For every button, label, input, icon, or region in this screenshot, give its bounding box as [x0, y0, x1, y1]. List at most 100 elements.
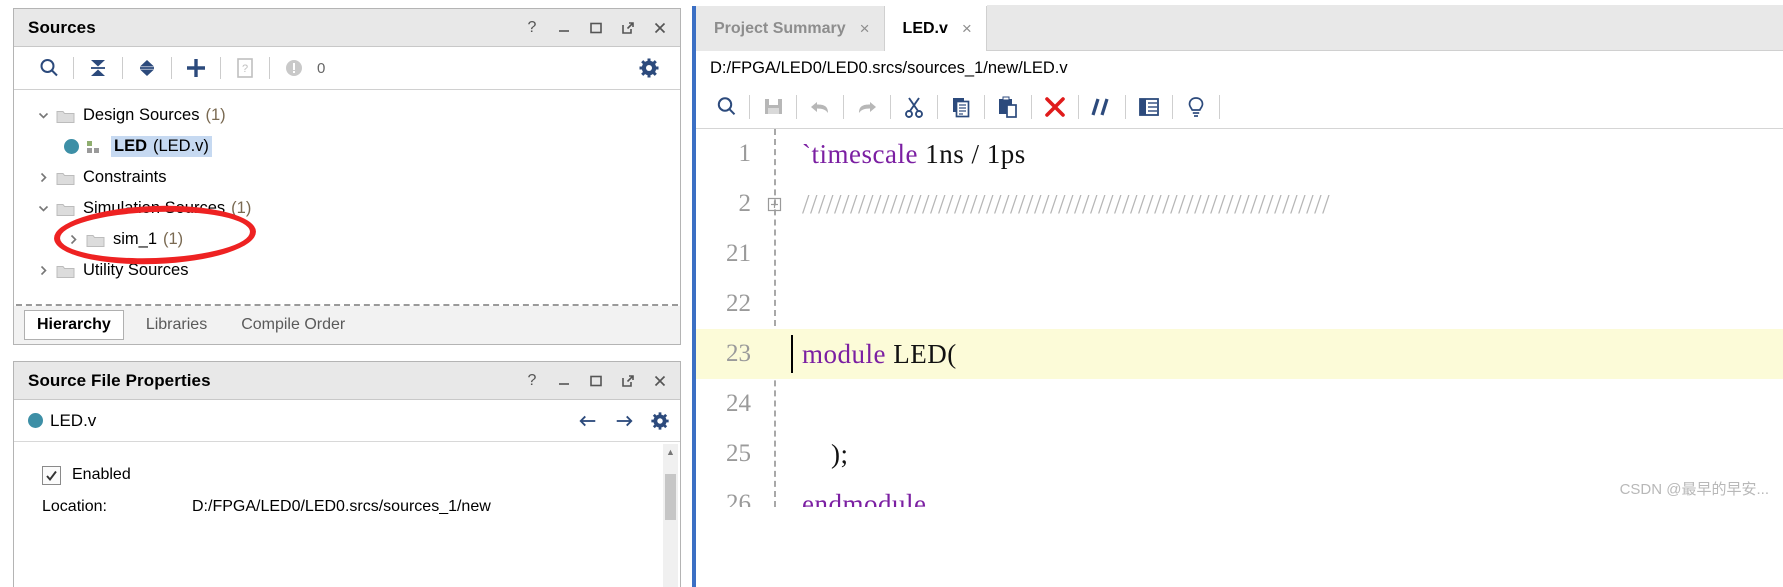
chevron-right-icon[interactable]: [34, 264, 52, 277]
redo-icon[interactable]: [847, 91, 887, 123]
tree-item-sim-1[interactable]: sim_1 (1): [14, 224, 680, 255]
tree-item-led-module[interactable]: LED (LED.v): [14, 131, 680, 162]
toolbar-separator: [1172, 94, 1173, 119]
line-number: 25: [726, 440, 751, 467]
code-line[interactable]: 21: [696, 229, 1783, 279]
editor-tab-label: LED.v: [902, 19, 948, 37]
help-icon[interactable]: ?: [522, 18, 542, 38]
properties-scrollbar[interactable]: ▲: [663, 444, 678, 587]
report-icon[interactable]: ?: [228, 53, 262, 83]
properties-title-bar: Source File Properties ?: [14, 362, 680, 400]
search-icon[interactable]: [706, 91, 746, 123]
code-line[interactable]: 23 module LED(: [696, 329, 1783, 379]
maximize-icon[interactable]: [586, 18, 606, 38]
close-icon[interactable]: [650, 18, 670, 38]
search-icon[interactable]: [32, 53, 66, 83]
tab-hierarchy[interactable]: Hierarchy: [24, 310, 124, 340]
save-icon[interactable]: [753, 91, 793, 123]
tree-item-design-sources[interactable]: Design Sources (1): [14, 100, 680, 131]
left-column: Sources ? ? 0 Design Sources (1) LED (LE…: [13, 8, 681, 587]
code-token: ////////////////////////////////////////…: [802, 188, 1331, 219]
help-icon[interactable]: ?: [522, 371, 542, 391]
scroll-up-icon[interactable]: ▲: [663, 444, 678, 459]
comment-icon[interactable]: [1082, 91, 1122, 123]
line-number: 26: [726, 490, 751, 507]
app-root: Sources ? ? 0 Design Sources (1) LED (LE…: [0, 0, 1783, 587]
properties-file-row: LED.v: [14, 400, 680, 442]
code-line-text: );: [785, 439, 849, 470]
maximize-icon[interactable]: [586, 371, 606, 391]
float-icon[interactable]: [618, 18, 638, 38]
code-line[interactable]: 1 `timescale 1ns / 1ps: [696, 129, 1783, 179]
code-line-text: endmodule: [785, 489, 926, 508]
tab-libraries[interactable]: Libraries: [134, 311, 219, 339]
scrollbar-thumb[interactable]: [665, 474, 676, 520]
toolbar-separator: [890, 94, 891, 119]
source-file-properties-panel: Source File Properties ? LED.v Enabled L…: [13, 361, 681, 587]
copy-icon[interactable]: [941, 91, 981, 123]
code-editor-panel: Project Summary × LED.v × D:/FPGA/LED0/L…: [692, 5, 1783, 587]
editor-file-path: D:/FPGA/LED0/LED0.srcs/sources_1/new/LED…: [696, 51, 1783, 85]
sources-tree[interactable]: Design Sources (1) LED (LED.v) Constrain…: [14, 90, 680, 296]
gear-icon[interactable]: [632, 53, 666, 83]
gear-icon[interactable]: [650, 411, 670, 431]
folder-icon: [86, 232, 105, 248]
verilog-file-dot-icon: [64, 139, 79, 154]
code-line-text: ////////////////////////////////////////…: [785, 189, 1330, 220]
close-icon[interactable]: [650, 371, 670, 391]
arrow-left-icon[interactable]: [578, 411, 598, 431]
messages-icon[interactable]: [277, 53, 311, 83]
tree-item-selection[interactable]: LED (LED.v): [111, 136, 212, 157]
paste-icon[interactable]: [988, 91, 1028, 123]
minimize-icon[interactable]: [554, 18, 574, 38]
minimize-icon[interactable]: [554, 371, 574, 391]
tree-item-constraints[interactable]: Constraints: [14, 162, 680, 193]
folder-icon: [56, 108, 75, 124]
code-line[interactable]: 22: [696, 279, 1783, 329]
delete-icon[interactable]: [1035, 91, 1075, 123]
chevron-down-icon[interactable]: [34, 202, 52, 215]
enabled-row[interactable]: Enabled: [14, 458, 680, 492]
code-line[interactable]: 2 ///////////////////////////////////////…: [696, 179, 1783, 229]
editor-tab-project-summary[interactable]: Project Summary ×: [696, 6, 885, 51]
close-icon[interactable]: ×: [860, 19, 870, 39]
code-text-area[interactable]: 1 `timescale 1ns / 1ps 2 //////////////////…: [696, 129, 1783, 507]
arrow-right-icon[interactable]: [614, 411, 634, 431]
chevron-right-icon[interactable]: [34, 171, 52, 184]
folder-icon: [56, 170, 75, 186]
code-line[interactable]: 24: [696, 379, 1783, 429]
hint-icon[interactable]: [1176, 91, 1216, 123]
float-icon[interactable]: [618, 371, 638, 391]
editor-tab-led-v[interactable]: LED.v ×: [884, 6, 987, 51]
cut-icon[interactable]: [894, 91, 934, 123]
indent-icon[interactable]: [1129, 91, 1169, 123]
toolbar-separator: [937, 94, 938, 119]
fold-expand-icon[interactable]: [763, 197, 785, 212]
toolbar-separator: [1125, 94, 1126, 119]
chevron-down-icon[interactable]: [34, 109, 52, 122]
toolbar-separator: [843, 94, 844, 119]
tree-item-simulation-sources[interactable]: Simulation Sources (1): [14, 193, 680, 224]
toolbar-separator: [269, 57, 270, 79]
toolbar-separator: [220, 57, 221, 79]
tab-compile-order[interactable]: Compile Order: [229, 311, 357, 339]
enabled-checkbox[interactable]: [42, 465, 61, 485]
collapse-all-icon[interactable]: [81, 53, 115, 83]
location-key: Location:: [42, 498, 107, 515]
code-token: endmodule: [802, 488, 927, 508]
toolbar-separator: [1031, 94, 1032, 119]
line-number: 23: [726, 340, 751, 367]
chevron-right-icon[interactable]: [64, 233, 82, 246]
tree-item-label: Design Sources: [83, 106, 200, 124]
close-icon[interactable]: ×: [962, 19, 972, 39]
code-line[interactable]: 25 );: [696, 429, 1783, 479]
svg-text:?: ?: [242, 63, 248, 75]
tree-item-utility-sources[interactable]: Utility Sources: [14, 255, 680, 286]
plus-icon[interactable]: [179, 53, 213, 83]
verilog-file-dot-icon: [28, 413, 43, 428]
editor-tab-bar: Project Summary × LED.v ×: [696, 5, 1783, 51]
sources-title-bar: Sources ?: [14, 9, 680, 47]
expand-collapse-icon[interactable]: [130, 53, 164, 83]
undo-icon[interactable]: [800, 91, 840, 123]
folder-icon: [56, 201, 75, 217]
